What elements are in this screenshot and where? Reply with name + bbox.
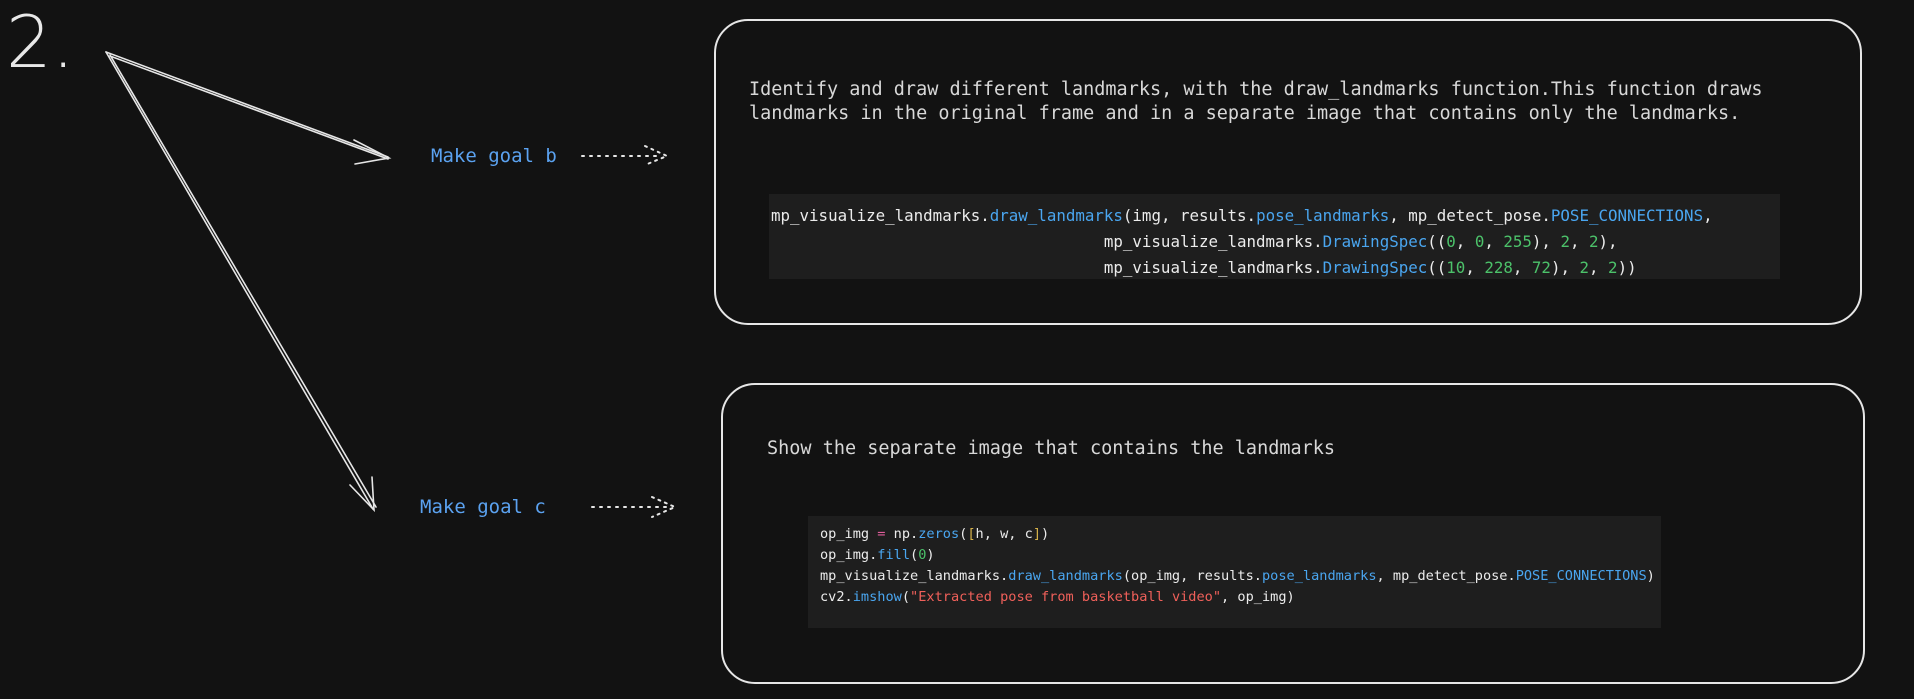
code-token: "Extracted pose from basketball video" — [910, 589, 1222, 605]
code-token: mp_visualize_landmarks. — [771, 206, 990, 225]
dotted-arrow-goal-b — [581, 145, 670, 166]
code-token: 72 — [1531, 258, 1551, 277]
description-line: Identify and draw different landmarks, w… — [749, 79, 1763, 100]
goal-b-code-block: mp_visualize_landmarks.draw_landmarks(im… — [769, 194, 1780, 279]
code-token: ) — [1041, 526, 1050, 542]
goal-b-description: Identify and draw different landmarks, w… — [749, 78, 1763, 126]
code-token: 2 — [1560, 232, 1570, 251]
code-token: (( — [1427, 258, 1447, 277]
code-line: op_img.fill(0) — [820, 545, 1649, 566]
code-token: ), — [1598, 232, 1618, 251]
code-token: 255 — [1503, 232, 1532, 251]
code-token: 10 — [1446, 258, 1466, 277]
code-line: mp_visualize_landmarks.draw_landmarks(op… — [820, 566, 1655, 587]
code-token: POSE_CONNECTIONS — [1550, 206, 1704, 225]
code-token: cv2. — [820, 589, 853, 605]
code-token: (op_img, results. — [1122, 568, 1262, 584]
goal-b-label[interactable]: Make goal b — [431, 145, 557, 167]
code-token: DrawingSpec — [1322, 232, 1428, 251]
code-token: fill — [877, 547, 911, 563]
code-token: 0 — [1474, 232, 1485, 251]
code-token: op_img — [820, 526, 878, 542]
arrow-to-goal-b — [105, 51, 392, 165]
code-line: mp_visualize_landmarks.draw_landmarks(im… — [771, 203, 1778, 229]
code-token: imshow — [852, 589, 902, 605]
goal-c-code-block: op_img = np.zeros([h, w, c]) op_img.fill(… — [808, 516, 1661, 628]
code-token: ( — [901, 589, 911, 605]
code-token: , — [1465, 258, 1485, 277]
code-line: mp_visualize_landmarks.DrawingSpec((0, 0… — [771, 229, 1778, 255]
code-token: draw_landmarks — [1008, 568, 1123, 584]
code-token: , op_img) — [1221, 589, 1295, 605]
dotted-arrow-goal-c — [591, 496, 678, 518]
code-token: mp_visualize_landmarks. — [820, 568, 1009, 584]
code-token: , — [1569, 232, 1590, 251]
code-token: np. — [885, 526, 919, 542]
code-token: pose_landmarks — [1261, 568, 1377, 584]
code-token: op_img. — [820, 547, 878, 563]
code-token: , — [1589, 258, 1609, 277]
code-token: ] — [1032, 526, 1042, 542]
code-token: 2 — [1589, 232, 1599, 251]
description-line: landmarks in the original frame and in a… — [749, 103, 1741, 124]
code-token: 2 — [1608, 258, 1618, 277]
code-token: ), — [1531, 232, 1561, 251]
code-token: ) — [1646, 568, 1655, 584]
code-token: , — [1455, 232, 1475, 251]
code-token: , mp_detect_pose. — [1376, 568, 1516, 584]
code-token: mp_visualize_landmarks. — [771, 232, 1323, 251]
code-token: , — [1512, 258, 1532, 277]
code-token: , — [1703, 206, 1713, 225]
step-number: 2. — [6, 0, 75, 84]
goal-c-label[interactable]: Make goal c — [420, 496, 546, 518]
code-token: zeros — [918, 526, 960, 542]
code-token: ), — [1550, 258, 1580, 277]
code-token: 2 — [1579, 258, 1590, 277]
code-token: POSE_CONNECTIONS — [1515, 568, 1647, 584]
arrow-to-goal-c — [105, 51, 377, 513]
code-token: 0 — [1446, 232, 1456, 251]
goal-c-description: Show the separate image that contains th… — [767, 438, 1336, 459]
code-token: )) — [1617, 258, 1637, 277]
code-token: mp_visualize_landmarks. — [771, 258, 1323, 277]
code-token: , — [1484, 232, 1504, 251]
code-line: mp_visualize_landmarks.DrawingSpec((10, … — [771, 255, 1778, 281]
code-line: op_img = np.zeros([h, w, c]) — [820, 524, 1649, 545]
code-token: , mp_detect_pose. — [1389, 206, 1551, 225]
code-token: (( — [1427, 232, 1447, 251]
code-token: DrawingSpec — [1322, 258, 1428, 277]
code-token: 228 — [1484, 258, 1513, 277]
code-token: ) — [926, 547, 935, 563]
code-token: h, w, c — [975, 526, 1033, 542]
code-token: pose_landmarks — [1256, 206, 1390, 225]
code-token: [ — [967, 526, 976, 542]
code-line: cv2.imshow("Extracted pose from basketba… — [820, 587, 1649, 608]
code-token: (img, results. — [1122, 206, 1257, 225]
code-token: draw_landmarks — [989, 206, 1123, 225]
code-token: ( — [910, 547, 919, 563]
